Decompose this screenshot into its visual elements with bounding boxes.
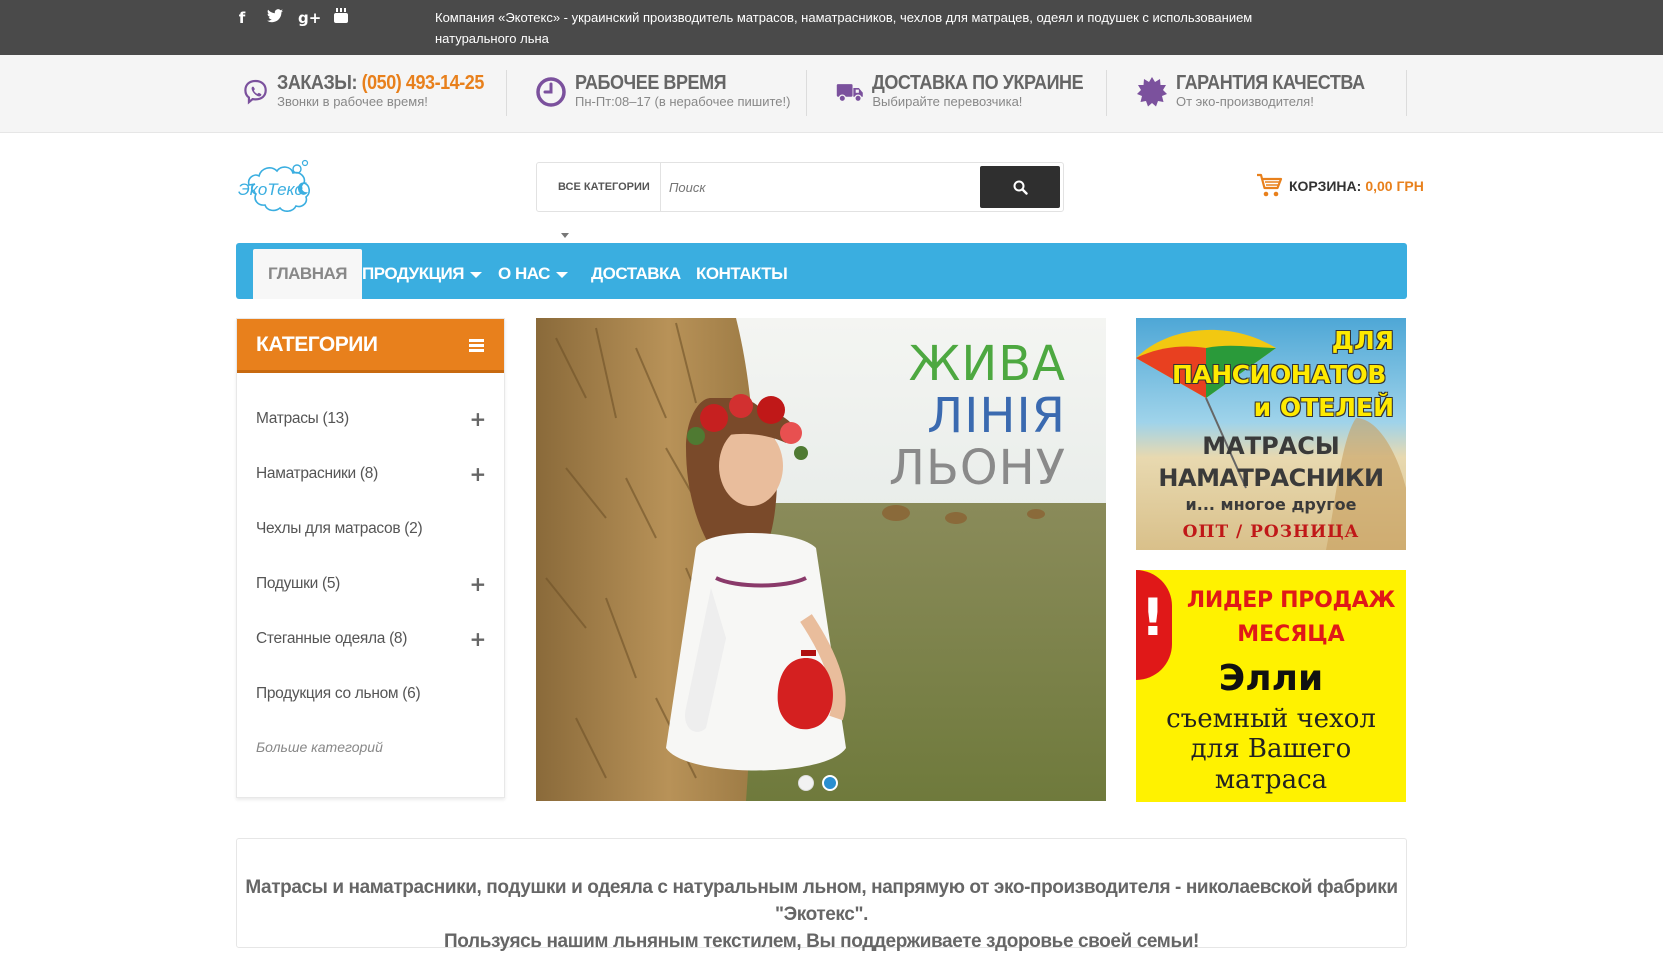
about-box: Матрасы и наматрасники, подушки и одеяла…: [236, 838, 1407, 952]
slide-line-1: ЖИВА: [908, 336, 1066, 392]
banner2-line-4: съемный чехол: [1166, 704, 1376, 734]
nav-contacts[interactable]: КОНТАКТЫ: [696, 249, 788, 299]
banner2-line-2: МЕСЯЦА: [1237, 622, 1345, 647]
nav-home[interactable]: ГЛАВНАЯ: [253, 249, 362, 299]
hours-sub: Пн-Пт:08–17 (в нерабочее пишите!): [575, 94, 791, 109]
search-category-select[interactable]: ВСЕ КАТЕГОРИИ: [537, 163, 661, 238]
search-category-label: ВСЕ КАТЕГОРИИ: [558, 181, 650, 193]
category-label: Подушки (5): [256, 575, 341, 592]
category-item[interactable]: Продукция со льном (6): [256, 685, 486, 703]
orders-info: ЗАКАЗЫ: (050) 493-14-25 Звонки в рабочее…: [242, 70, 507, 116]
hero-slider[interactable]: ЖИВА ЛІНІЯ ЛЬОНУ: [536, 318, 1106, 801]
bestseller-banner[interactable]: ! ЛИДЕР ПРОДАЖ МЕСЯЦА Элли съемный чехол…: [1136, 570, 1406, 802]
cart[interactable]: КОРЗИНА: 0,00 ГРН: [1256, 172, 1424, 200]
plus-icon[interactable]: +: [470, 572, 487, 596]
viber-icon: [244, 79, 267, 105]
exclamation-icon: !: [1141, 588, 1165, 648]
banner2-line-3: Элли: [1218, 658, 1324, 699]
banner1-line-4: МАТРАСЫ: [1202, 432, 1340, 460]
search-button[interactable]: [980, 166, 1060, 208]
hotels-banner[interactable]: ДЛЯ ПАНСИОНАТОВ и ОТЕЛЕЙ МАТРАСЫ НАМАТРА…: [1136, 318, 1406, 550]
truck-icon: [836, 84, 863, 103]
orders-sub: Звонки в рабочее время!: [277, 94, 428, 109]
about-line-2: Пользуясь нашим льняным текстилем, Вы по…: [444, 931, 1199, 952]
badge-icon: [1137, 77, 1167, 107]
about-line-1: Матрасы и наматрасники, подушки и одеяла…: [245, 877, 1398, 925]
nav-delivery[interactable]: ДОСТАВКА: [591, 249, 681, 299]
category-item[interactable]: Наматрасники (8) +: [256, 462, 487, 486]
company-tagline: Компания «Экотекс» - украинский производ…: [435, 10, 1253, 46]
main-nav: ГЛАВНАЯ ПРОДУКЦИЯ О НАС ДОСТАВКА КОНТАКТ…: [236, 243, 1407, 299]
category-item[interactable]: Чехлы для матрасов (2): [256, 520, 486, 538]
quality-info: ГАРАНТИЯ КАЧЕСТВА От эко-производителя!: [1136, 70, 1407, 116]
youtube-icon[interactable]: [331, 8, 351, 28]
clock-icon: [536, 77, 566, 107]
slide-line-3: ЛЬОНУ: [888, 440, 1066, 496]
twitter-icon[interactable]: [265, 8, 285, 28]
caret-down-icon: [561, 232, 569, 238]
hours-title: РАБОЧЕЕ ВРЕМЯ: [575, 72, 727, 94]
delivery-sub: Выбирайте перевозчика!: [872, 94, 1023, 109]
banner1-line-7: ОПТ / РОЗНИЦА: [1182, 522, 1360, 542]
slider-dots: [798, 775, 838, 791]
search-icon: [1013, 180, 1028, 195]
category-item[interactable]: Подушки (5) +: [256, 572, 487, 596]
categories-header: КАТЕГОРИИ: [237, 319, 504, 373]
category-label: Чехлы для матрасов (2): [256, 520, 423, 537]
category-label: Наматрасники (8): [256, 465, 378, 482]
nav-about-label: О НАС: [498, 264, 550, 283]
top-bar: f g+ Компания «Экотекс» - украинский про…: [0, 0, 1663, 55]
nav-products-label: ПРОДУКЦИЯ: [362, 264, 464, 283]
category-label: Матрасы (13): [256, 410, 349, 427]
banner1-line-2: ПАНСИОНАТОВ: [1172, 360, 1386, 389]
banner2-line-5: для Вашего: [1190, 734, 1352, 764]
more-categories-link[interactable]: Больше категорий: [256, 739, 383, 755]
plus-icon[interactable]: +: [470, 462, 487, 486]
quality-sub: От эко-производителя!: [1176, 94, 1314, 109]
cart-total: 0,00 ГРН: [1365, 178, 1424, 194]
orders-title: ЗАКАЗЫ:: [277, 72, 358, 94]
delivery-info: ДОСТАВКА ПО УКРАИНЕ Выбирайте перевозчик…: [836, 70, 1107, 116]
category-item[interactable]: Стеганные одеяла (8) +: [256, 627, 487, 651]
logo-text: ЭкоТекс: [238, 180, 303, 199]
slider-dot[interactable]: [798, 775, 814, 791]
banner1-line-6: и... многое другое: [1185, 495, 1357, 514]
plus-icon[interactable]: +: [470, 627, 487, 651]
slide-line-2: ЛІНІЯ: [927, 388, 1066, 444]
banner1-line-3: и ОТЕЛЕЙ: [1253, 393, 1394, 422]
categories-panel: КАТЕГОРИИ Матрасы (13) + Наматрасники (8)…: [236, 318, 505, 798]
nav-about[interactable]: О НАС: [498, 249, 568, 299]
delivery-title: ДОСТАВКА ПО УКРАИНЕ: [872, 72, 1084, 94]
banner2-line-1: ЛИДЕР ПРОДАЖ: [1186, 588, 1396, 613]
hours-info: РАБОЧЕЕ ВРЕМЯ Пн-Пт:08–17 (в нерабочее п…: [535, 70, 807, 116]
google-plus-icon[interactable]: g+: [298, 8, 321, 28]
category-label: Стеганные одеяла (8): [256, 630, 408, 647]
banner2-line-6: матраса: [1214, 765, 1328, 795]
category-item[interactable]: Матрасы (13) +: [256, 407, 487, 431]
search-input[interactable]: [665, 171, 975, 203]
search-bar: ВСЕ КАТЕГОРИИ: [536, 162, 1064, 238]
nav-products[interactable]: ПРОДУКЦИЯ: [362, 249, 482, 299]
caret-down-icon: [555, 271, 568, 278]
cart-label: КОРЗИНА:: [1289, 178, 1362, 194]
info-bar: ЗАКАЗЫ: (050) 493-14-25 Звонки в рабочее…: [0, 55, 1663, 133]
plus-icon[interactable]: +: [470, 407, 487, 431]
orders-phone[interactable]: (050) 493-14-25: [362, 72, 485, 94]
banner1-line-5: НАМАТРАСНИКИ: [1158, 464, 1384, 492]
banner1-line-1: ДЛЯ: [1331, 326, 1394, 355]
cart-icon: [1257, 173, 1283, 197]
facebook-icon[interactable]: f: [232, 8, 252, 28]
category-label: Продукция со льном (6): [256, 685, 421, 702]
slider-dot-active[interactable]: [822, 775, 838, 791]
social-links: f g+: [232, 8, 351, 28]
caret-down-icon: [469, 271, 482, 278]
quality-title: ГАРАНТИЯ КАЧЕСТВА: [1176, 72, 1365, 94]
menu-icon[interactable]: [469, 339, 484, 352]
site-logo[interactable]: ЭкоТекс: [235, 155, 317, 220]
categories-title: КАТЕГОРИИ: [256, 333, 378, 356]
